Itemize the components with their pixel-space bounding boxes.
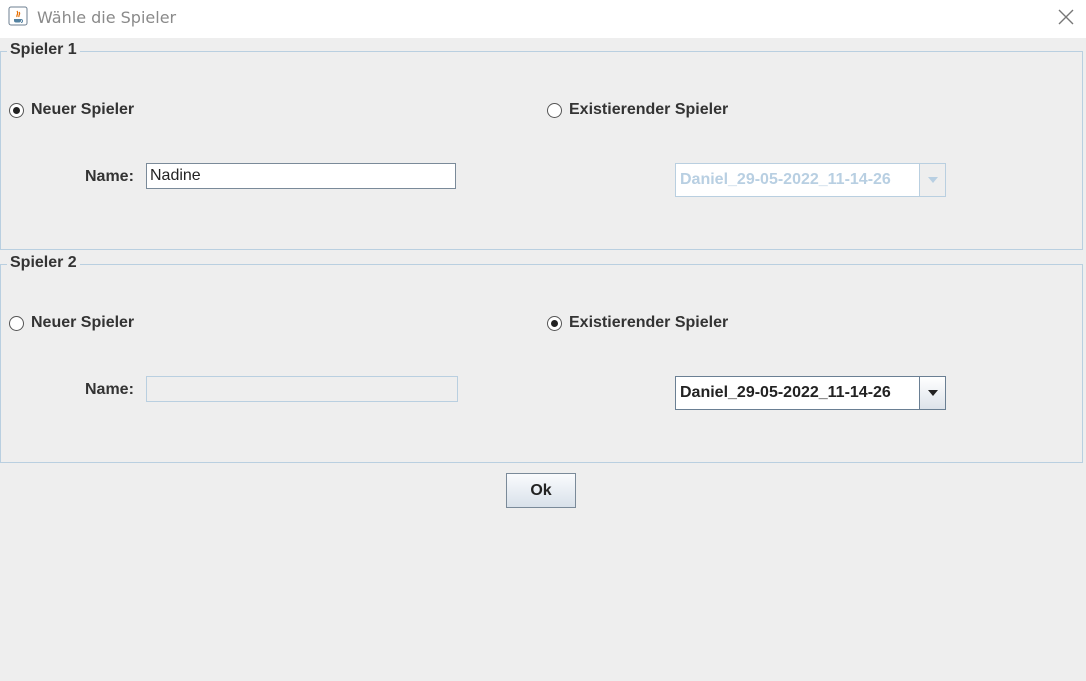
radio-selected-icon[interactable] [547,315,562,331]
radio-unselected-icon[interactable] [547,102,562,118]
player1-radio-new-label: Neuer Spieler [31,101,135,118]
player1-radio-existing-label: Existierender Spieler [569,101,729,118]
player2-radio-new[interactable]: Neuer Spieler [9,314,134,332]
player2-name-label: Name: [85,381,134,398]
player2-radio-new-label: Neuer Spieler [31,314,135,331]
player2-combo-value: Daniel_29-05-2022_11-14-26 [676,377,920,409]
close-icon[interactable] [1052,3,1080,31]
player2-radio-existing-label: Existierender Spieler [569,314,729,331]
player2-radio-existing[interactable]: Existierender Spieler [547,314,728,332]
player1-radio-new[interactable]: Neuer Spieler [9,101,134,119]
player2-name-input[interactable] [146,376,458,402]
player1-panel: Spieler 1 [0,41,1083,250]
java-cup-icon [8,6,28,26]
player1-combo-value: Daniel_29-05-2022_11-14-26 [676,164,920,196]
player1-existing-player-select[interactable]: Daniel_29-05-2022_11-14-26 [675,163,946,197]
player1-name-label: Name: [85,168,134,185]
chevron-down-icon[interactable] [920,164,945,196]
player2-panel: Spieler 2 [0,254,1083,463]
player1-name-input[interactable]: Nadine [146,163,456,189]
window-title: Wähle die Spieler [37,8,177,27]
radio-unselected-icon[interactable] [9,315,24,331]
player1-legend: Spieler 1 [7,41,80,59]
player1-radio-existing[interactable]: Existierender Spieler [547,101,728,119]
title-bar: Wähle die Spieler [0,0,1086,38]
player2-legend: Spieler 2 [7,254,80,272]
ok-button[interactable]: Ok [506,473,576,508]
radio-selected-icon[interactable] [9,102,24,118]
player2-existing-player-select[interactable]: Daniel_29-05-2022_11-14-26 [675,376,946,410]
chevron-down-icon[interactable] [920,377,945,409]
